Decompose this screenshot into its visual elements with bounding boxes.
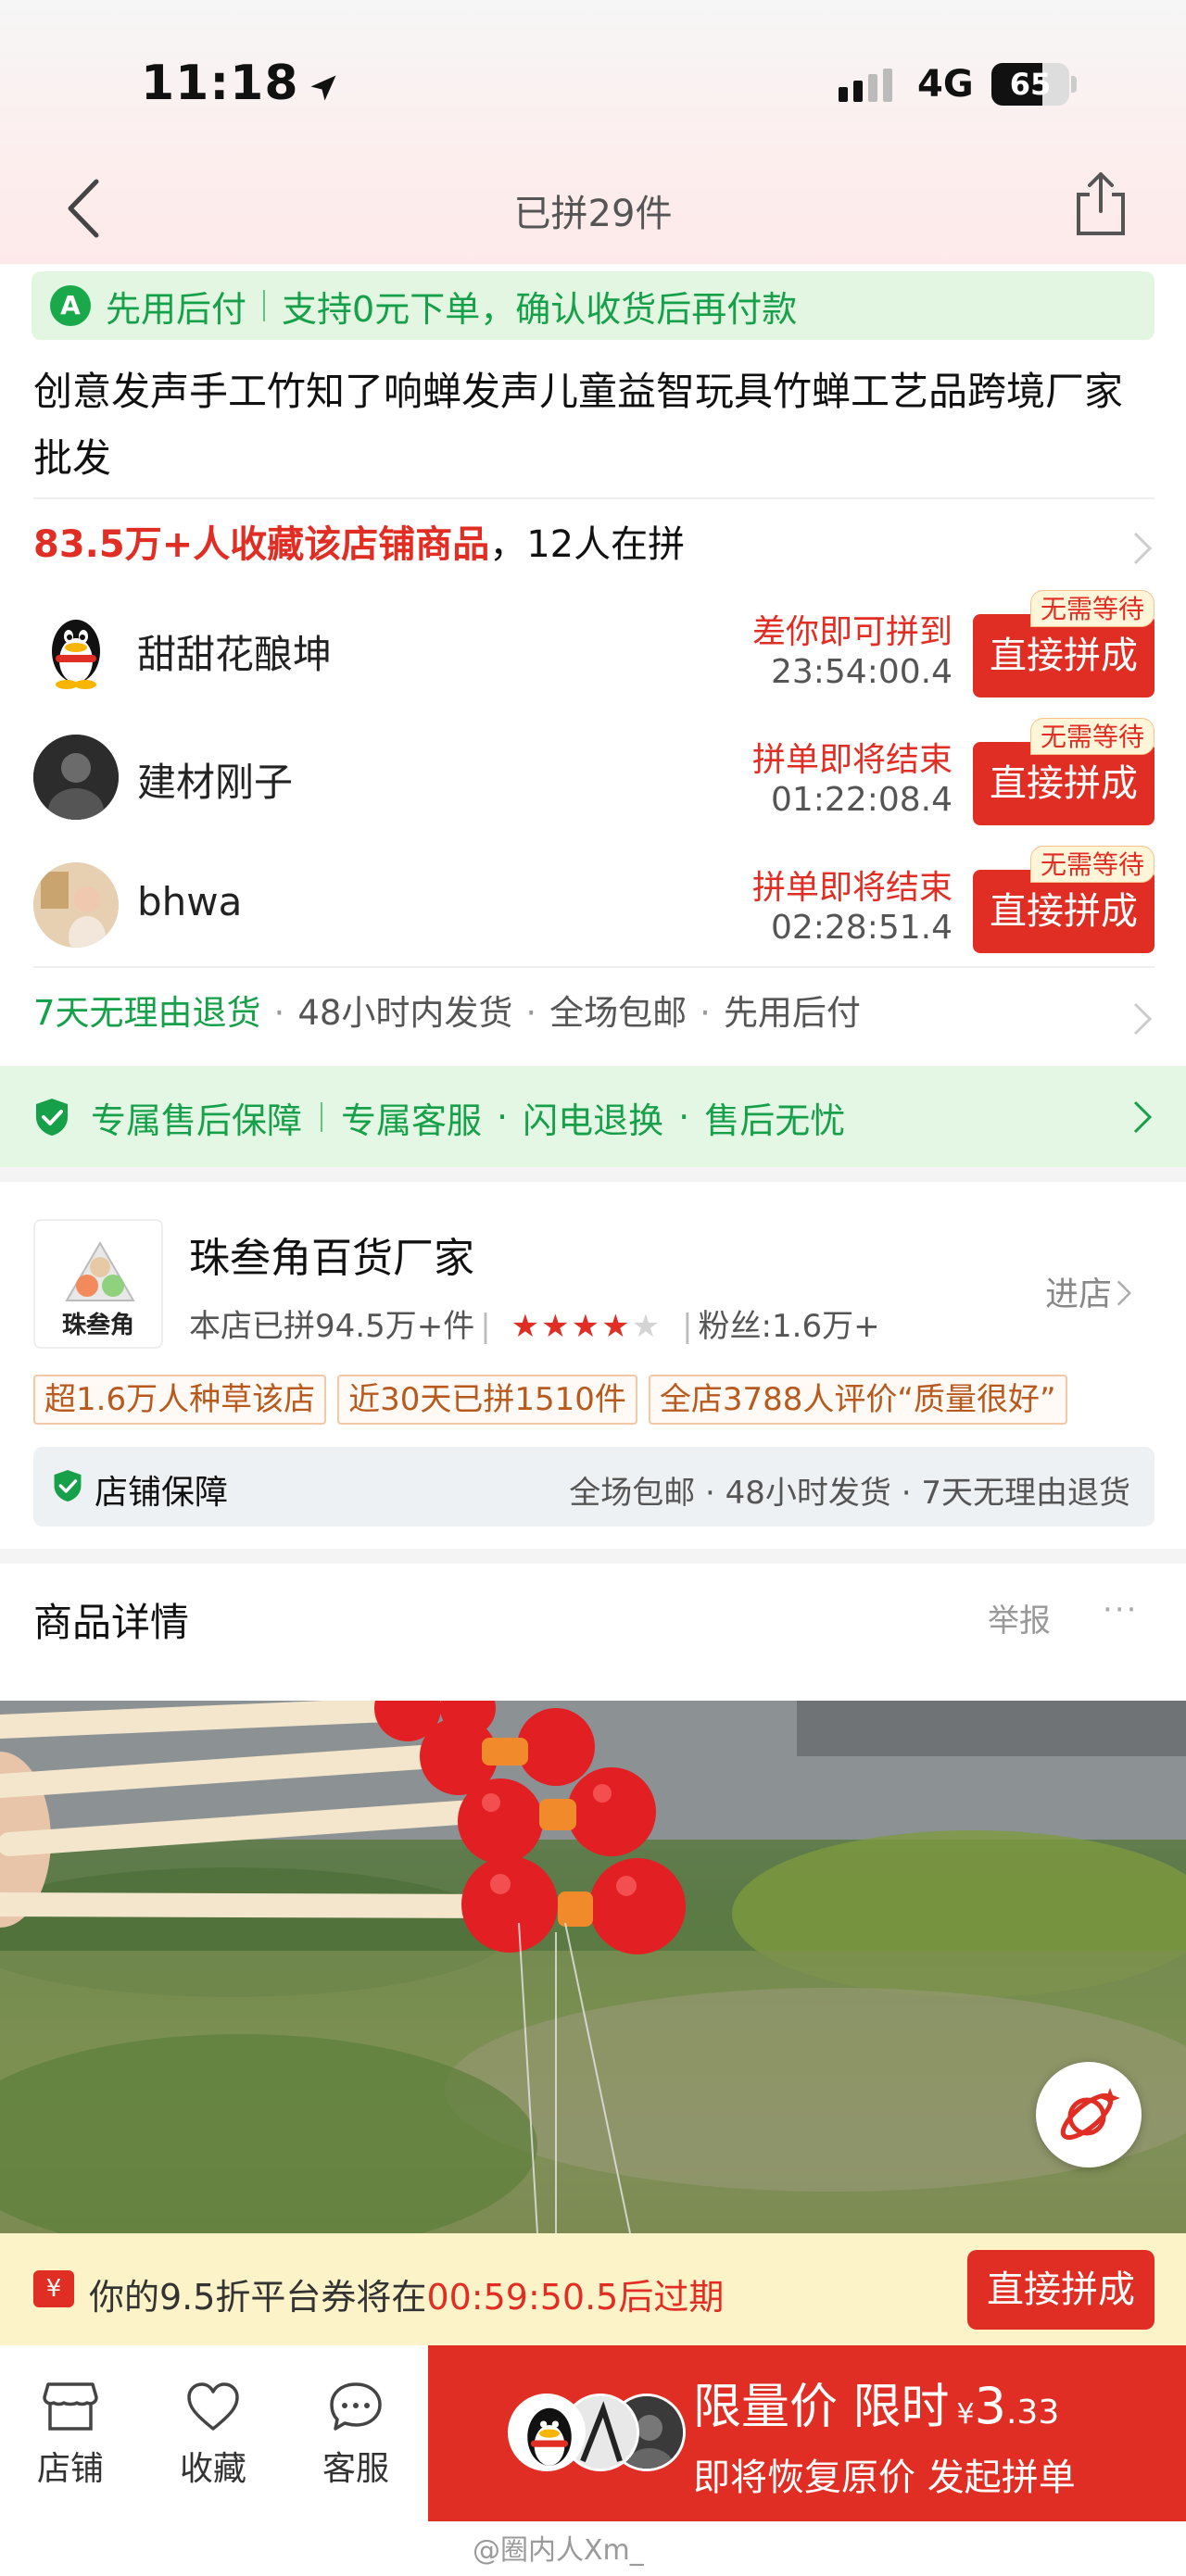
tab-favorite[interactable]: 收藏: [158, 2381, 269, 2490]
planet-sparkle-icon: [1060, 2088, 1120, 2141]
group-row: 建材刚子 拼单即将结束 01:22:08.4 直接拼成 无需等待: [33, 718, 1154, 831]
group-avatars: [508, 2394, 693, 2477]
location-arrow-icon: [310, 75, 336, 101]
shop-meta: 本店已拼94.5万+件 | ★★★★★ | 粉丝:1.6万+: [189, 1308, 880, 1345]
shop-tag: 超1.6万人种草该店: [33, 1375, 327, 1425]
avatar: [508, 2394, 586, 2471]
tab-store[interactable]: 店铺: [15, 2381, 126, 2490]
group-row: bhwa 拼单即将结束 02:28:51.4 直接拼成 无需等待: [33, 846, 1154, 959]
group-user-name: 建材刚子: [137, 760, 294, 805]
heart-icon: [187, 2382, 239, 2431]
no-wait-badge: 无需等待: [1029, 590, 1154, 627]
service-promises[interactable]: 7天无理由退货 · 48小时内发货 · 全场包邮 · 先用后付: [33, 985, 861, 1035]
detail-section-title: 商品详情: [33, 1600, 190, 1645]
pay-later-banner[interactable]: A 先用后付 支持0元下单，确认收货后再付款: [32, 271, 1154, 340]
pay-later-label: 先用后付: [106, 288, 247, 330]
cellular-signal-icon: [839, 69, 892, 102]
page-title: 已拼29件: [513, 193, 673, 235]
group-user-name: 甜甜花酿坤: [137, 632, 333, 677]
battery-indicator: 65: [991, 63, 1069, 106]
chevron-right-icon[interactable]: [1132, 531, 1153, 566]
battery-tip: [1071, 76, 1077, 93]
shop-logo[interactable]: 珠叁角: [33, 1219, 163, 1349]
avatar: [33, 607, 119, 692]
divider: [33, 966, 1154, 968]
product-title: 创意发声手工竹知了响蝉发声儿童益智玩具竹蝉工艺品跨境厂家批发: [33, 369, 1124, 481]
section-gap: [0, 1549, 1186, 1564]
chevron-right-icon: [1133, 1100, 1153, 1134]
group-status: 拼单即将结束: [751, 869, 953, 907]
section-gap: [0, 1167, 1186, 1182]
group-timer: 01:22:08.4: [770, 781, 953, 819]
group-status: 差你即可拼到: [751, 613, 953, 651]
more-options-icon[interactable]: ···: [1103, 1591, 1138, 1628]
chevron-right-icon: [1117, 1280, 1132, 1306]
no-wait-badge: 无需等待: [1029, 846, 1154, 883]
shop-tag: 近30天已拼1510件: [337, 1375, 637, 1425]
group-timer: 02:28:51.4: [770, 909, 953, 947]
no-wait-badge: 无需等待: [1029, 718, 1154, 755]
shop-tags: 超1.6万人种草该店 近30天已拼1510件 全店3788人评价“质量很好”: [33, 1375, 1154, 1426]
collect-summary[interactable]: 83.5万+人收藏该店铺商品，12人在拼: [33, 514, 685, 568]
enter-shop-button[interactable]: 进店: [1045, 1267, 1132, 1315]
start-group-buy-button[interactable]: 限量价 限时 ¥3.33 即将恢复原价 发起拼单: [428, 2345, 1186, 2521]
avatar: [33, 862, 119, 948]
share-icon[interactable]: [1071, 170, 1130, 237]
pay-later-icon: A: [50, 285, 91, 326]
guarantee-title: 专属售后保障: [91, 1100, 303, 1141]
coupon-join-button[interactable]: 直接拼成: [967, 2250, 1154, 2330]
coupon-expiry-bar: ¥ 你的9.5折平台券将在00:59:50.5后过期 直接拼成: [0, 2233, 1186, 2345]
group-user-name: bhwa: [137, 879, 243, 924]
divider: [33, 497, 1154, 499]
limited-price: 限量价 限时 ¥3.33: [693, 2377, 1060, 2435]
after-sales-guarantee[interactable]: 专属售后保障 专属客服 · 闪电退换 · 售后无忧: [0, 1066, 1186, 1168]
chevron-right-icon[interactable]: [1132, 1001, 1153, 1037]
shop-tag: 全店3788人评价“质量很好”: [648, 1375, 1067, 1425]
watermark: @圈内人Xm_: [473, 2534, 644, 2567]
group-timer: 23:54:00.4: [770, 653, 953, 691]
bottom-action-bar: 店铺 收藏 客服 限量价 限时 ¥3.33 即将恢复原价 发起拼单: [0, 2345, 1186, 2521]
shop-guarantee[interactable]: 店铺保障 全场包邮 · 48小时发货 · 7天无理由退货: [33, 1447, 1154, 1527]
tab-customer-service[interactable]: 客服: [300, 2381, 411, 2490]
store-icon: [43, 2382, 98, 2431]
status-time: 11:18: [141, 56, 340, 111]
group-status: 拼单即将结束: [751, 741, 953, 779]
shop-name[interactable]: 珠叁角百货厂家: [189, 1225, 474, 1284]
restore-price-text: 即将恢复原价 发起拼单: [693, 2457, 1076, 2499]
rating-stars: ★★★★★: [511, 1308, 662, 1345]
coupon-text: 你的9.5折平台券将在00:59:50.5后过期: [89, 2277, 725, 2318]
shield-check-icon: [36, 1099, 68, 1136]
pay-later-text: 支持0元下单，确认收货后再付款: [282, 288, 798, 330]
yen-coupon-icon: ¥: [33, 2270, 74, 2307]
chat-icon: [330, 2382, 382, 2431]
shield-check-icon: [54, 1470, 82, 1502]
network-type: 4G: [917, 63, 974, 106]
ai-assistant-button[interactable]: [1036, 2062, 1142, 2168]
avatar: [33, 735, 119, 820]
report-link[interactable]: 举报: [988, 1595, 1051, 1640]
product-photo[interactable]: [0, 1701, 1186, 2233]
group-row: 甜甜花酿坤 差你即可拼到 23:54:00.4 直接拼成 无需等待: [33, 590, 1154, 703]
